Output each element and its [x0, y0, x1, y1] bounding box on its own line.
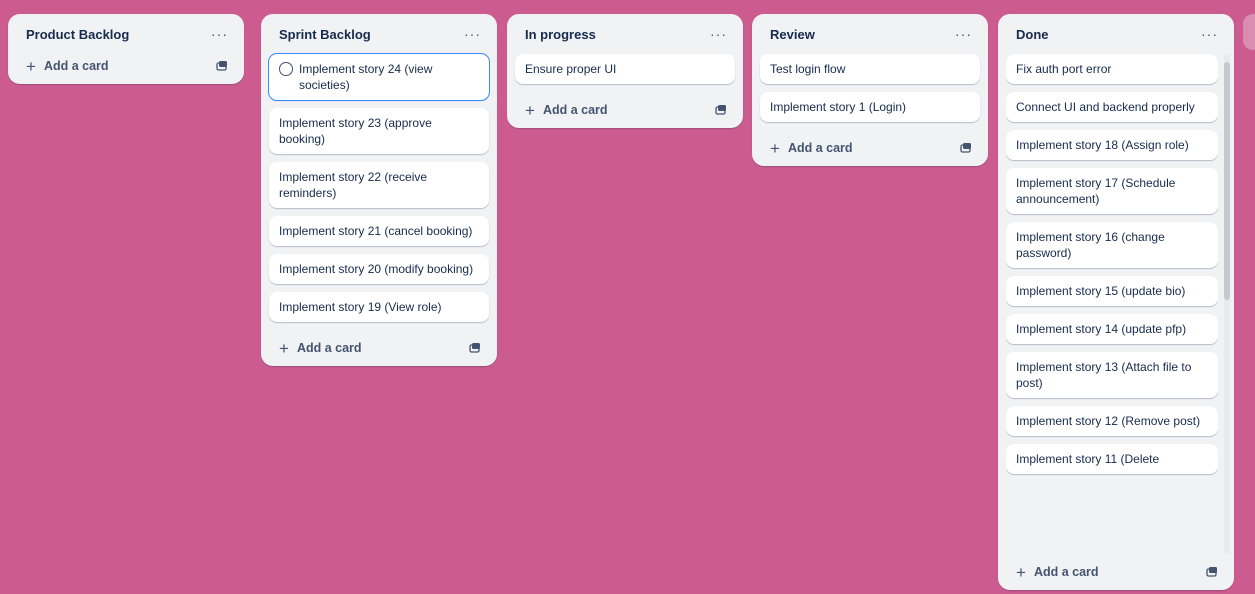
add-card-label: Add a card	[296, 341, 362, 355]
list-title[interactable]: Sprint Backlog	[279, 27, 371, 42]
list-header: Review ···	[760, 14, 980, 54]
card-title: Implement story 24 (view societies)	[299, 62, 433, 92]
card[interactable]: Implement story 24 (view societies)	[268, 53, 490, 101]
add-card-button[interactable]: + Add a card	[525, 102, 608, 119]
card-title: Implement story 18 (Assign role)	[1016, 138, 1189, 152]
add-card-button[interactable]: + Add a card	[770, 140, 853, 157]
card[interactable]: Implement story 21 (cancel booking)	[269, 216, 489, 246]
card-title: Implement story 23 (approve booking)	[279, 116, 432, 146]
card[interactable]: Implement story 16 (change password)	[1006, 222, 1218, 268]
card-template-icon[interactable]	[1206, 566, 1218, 578]
list-title[interactable]: Done	[1016, 27, 1049, 42]
scrollbar[interactable]	[1224, 54, 1230, 554]
card[interactable]: Implement story 20 (modify booking)	[269, 254, 489, 284]
card-template-icon[interactable]	[469, 342, 481, 354]
list-header: Sprint Backlog ···	[269, 14, 489, 54]
add-list-button[interactable]	[1243, 14, 1255, 50]
card-template-icon[interactable]	[715, 104, 727, 116]
card-title: Implement story 17 (Schedule announcemen…	[1016, 176, 1176, 206]
cards-scroll-area[interactable]: Fix auth port error Connect UI and backe…	[1006, 54, 1218, 554]
card-title: Implement story 14 (update pfp)	[1016, 322, 1187, 336]
add-card-label: Add a card	[1033, 565, 1099, 579]
list-product-backlog: Product Backlog ··· + Add a card	[8, 14, 244, 84]
add-card-label: Add a card	[542, 103, 608, 117]
list-header: In progress ···	[515, 14, 735, 54]
list-title[interactable]: Product Backlog	[26, 27, 129, 42]
card-title: Implement story 15 (update bio)	[1016, 284, 1186, 298]
card[interactable]: Ensure proper UI	[515, 54, 735, 84]
card[interactable]: Implement story 14 (update pfp)	[1006, 314, 1218, 344]
card[interactable]: Implement story 13 (Attach file to post)	[1006, 352, 1218, 398]
ellipsis-icon[interactable]: ···	[951, 26, 976, 42]
plus-icon: +	[1016, 562, 1026, 582]
card[interactable]: Implement story 11 (Delete	[1006, 444, 1218, 474]
card-title: Implement story 19 (View role)	[279, 300, 442, 314]
add-card-label: Add a card	[787, 141, 853, 155]
ellipsis-icon[interactable]: ···	[706, 26, 731, 42]
card-template-icon[interactable]	[960, 142, 972, 154]
ellipsis-icon[interactable]: ···	[460, 26, 485, 42]
card[interactable]: Fix auth port error	[1006, 54, 1218, 84]
plus-icon: +	[770, 138, 780, 158]
list-done: Done ··· Fix auth port error Connect UI …	[998, 14, 1234, 590]
card[interactable]: Implement story 17 (Schedule announcemen…	[1006, 168, 1218, 214]
circle-icon[interactable]	[279, 62, 293, 76]
card-title: Connect UI and backend properly	[1016, 100, 1195, 114]
board: Product Backlog ··· + Add a card Sprint …	[0, 0, 1255, 594]
add-card-label: Add a card	[43, 59, 109, 73]
list-title[interactable]: In progress	[525, 27, 596, 42]
card-title: Implement story 1 (Login)	[770, 100, 907, 114]
scrollbar-thumb[interactable]	[1224, 62, 1230, 300]
list-footer: + Add a card	[515, 92, 735, 128]
plus-icon: +	[279, 338, 289, 358]
card-title: Implement story 11 (Delete	[1016, 452, 1160, 466]
card-title: Implement story 12 (Remove post)	[1016, 414, 1201, 428]
add-card-button[interactable]: + Add a card	[26, 58, 109, 75]
list-footer: + Add a card	[269, 330, 489, 366]
card-title: Implement story 16 (change password)	[1016, 230, 1165, 260]
card[interactable]: Implement story 1 (Login)	[760, 92, 980, 122]
card-title: Ensure proper UI	[525, 62, 617, 76]
plus-icon: +	[525, 100, 535, 120]
list-header: Done ···	[1006, 14, 1226, 54]
card[interactable]: Implement story 22 (receive reminders)	[269, 162, 489, 208]
card[interactable]: Implement story 15 (update bio)	[1006, 276, 1218, 306]
card-title: Implement story 22 (receive reminders)	[279, 170, 428, 200]
card[interactable]: Implement story 23 (approve booking)	[269, 108, 489, 154]
add-card-button[interactable]: + Add a card	[279, 340, 362, 357]
card-title: Test login flow	[770, 62, 846, 76]
list-review: Review ··· Test login flow Implement sto…	[752, 14, 988, 166]
card[interactable]: Connect UI and backend properly	[1006, 92, 1218, 122]
ellipsis-icon[interactable]: ···	[207, 26, 232, 42]
card-title: Implement story 21 (cancel booking)	[279, 224, 473, 238]
card-title: Implement story 20 (modify booking)	[279, 262, 474, 276]
card[interactable]: Implement story 12 (Remove post)	[1006, 406, 1218, 436]
list-footer: + Add a card	[760, 130, 980, 166]
card[interactable]: Implement story 18 (Assign role)	[1006, 130, 1218, 160]
card-title: Implement story 13 (Attach file to post)	[1016, 360, 1192, 390]
plus-icon: +	[26, 56, 36, 76]
card-template-icon[interactable]	[216, 60, 228, 72]
list-in-progress: In progress ··· Ensure proper UI + Add a…	[507, 14, 743, 128]
list-title[interactable]: Review	[770, 27, 815, 42]
list-footer: + Add a card	[16, 48, 236, 84]
card[interactable]: Test login flow	[760, 54, 980, 84]
card-title: Fix auth port error	[1016, 62, 1112, 76]
ellipsis-icon[interactable]: ···	[1197, 26, 1222, 42]
add-card-button[interactable]: + Add a card	[1016, 564, 1099, 581]
list-footer: + Add a card	[1006, 554, 1226, 590]
list-sprint-backlog: Sprint Backlog ··· Implement story 24 (v…	[261, 14, 497, 366]
card[interactable]: Implement story 19 (View role)	[269, 292, 489, 322]
